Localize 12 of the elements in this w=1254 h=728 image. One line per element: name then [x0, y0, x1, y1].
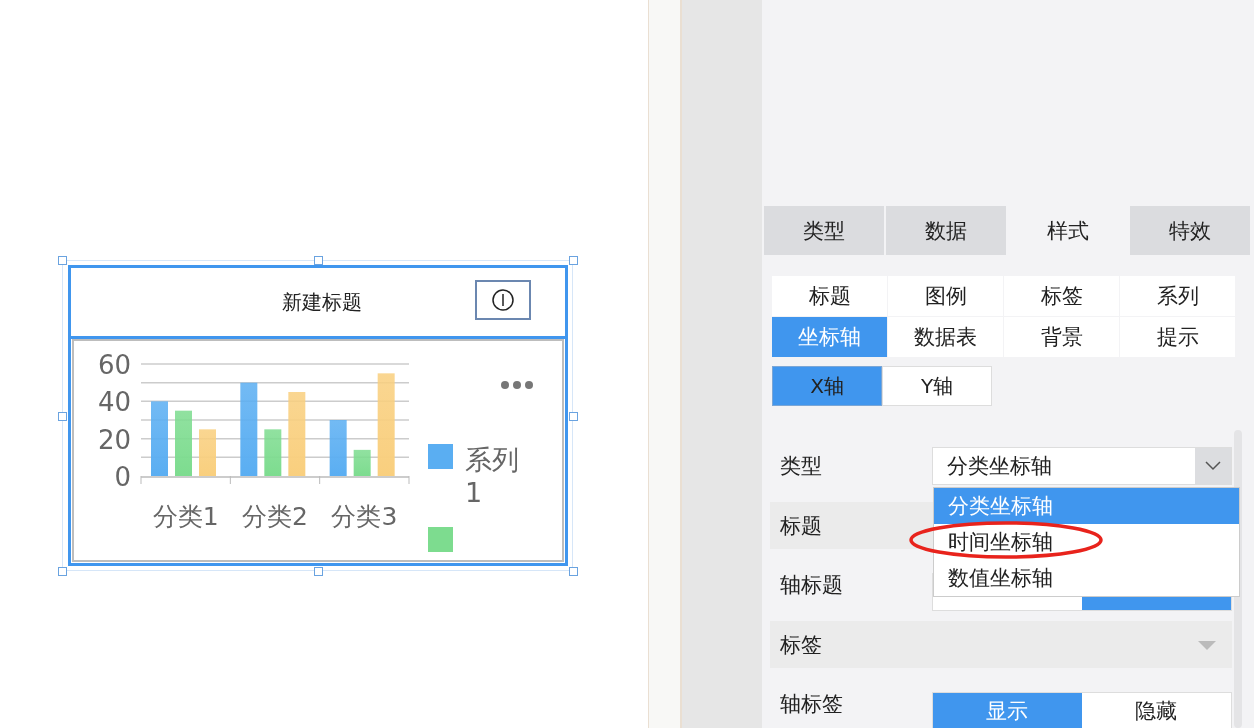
field-label: 类型: [779, 453, 823, 480]
axis-label: 60: [97, 350, 131, 380]
field-label: 轴标题: [779, 572, 844, 599]
legend-label: 系列1: [465, 444, 519, 508]
category-label: 分类2: [242, 502, 308, 531]
chart-title: 新建标题: [282, 288, 362, 316]
axis-label: 0: [114, 462, 131, 492]
category-label: 分类1: [152, 502, 219, 531]
axis-label: 40: [97, 387, 131, 418]
axis-label: 20: [97, 424, 131, 455]
field-label: 轴标签: [779, 691, 844, 718]
category-label: 分类3: [331, 502, 398, 531]
